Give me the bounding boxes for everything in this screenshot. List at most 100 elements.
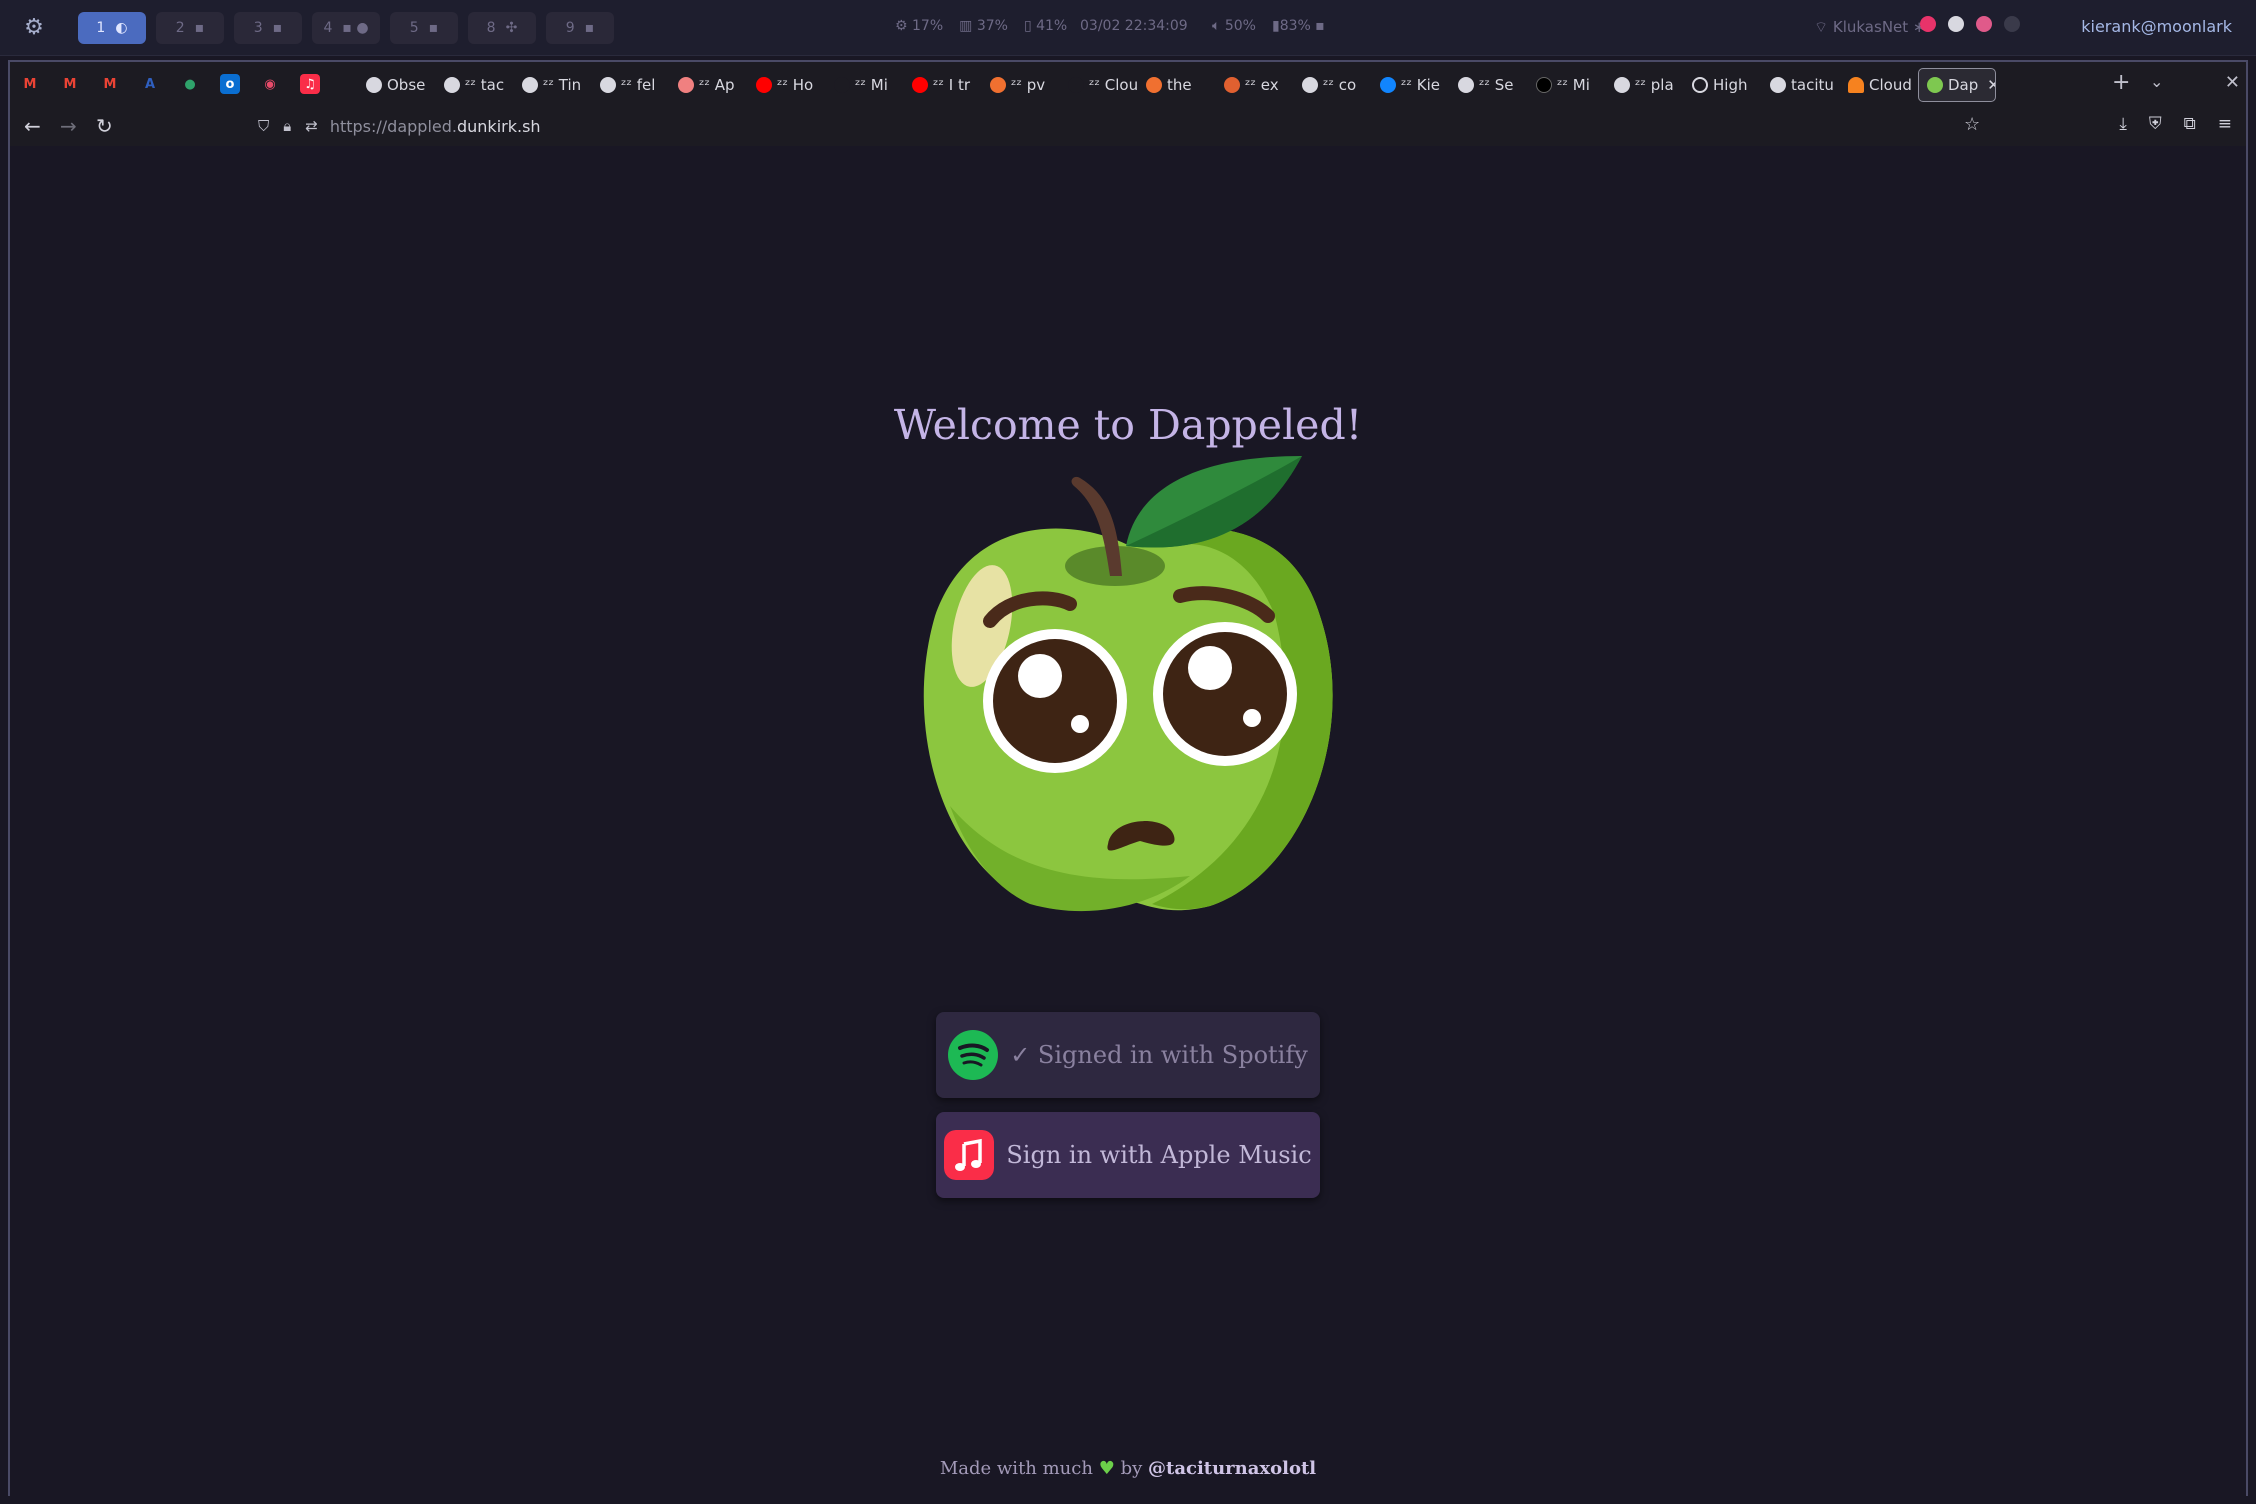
blank-icon xyxy=(834,77,850,93)
apple-music-signin-button[interactable]: Sign in with Apple Music xyxy=(936,1112,1320,1198)
tab[interactable]: ᶻᶻ Mi xyxy=(826,68,904,102)
gmail-icon[interactable]: M xyxy=(20,74,40,94)
extensions-icon[interactable]: ⧉ xyxy=(2184,114,2196,134)
url-text[interactable]: https://dappled.dunkirk.sh xyxy=(330,117,541,136)
window-icon: ▪ xyxy=(428,20,439,36)
tray-media-icon[interactable] xyxy=(2004,16,2020,32)
tab[interactable]: ᶻᶻ co xyxy=(1294,68,1372,102)
download-icon[interactable]: ⤓ xyxy=(2119,114,2127,134)
browser-window: M M M A ● o ◉ ♫ Obse ᶻᶻ tac ᶻᶻ Tin ᶻᶻ fe… xyxy=(8,60,2248,1496)
pinned-tabs: M M M A ● o ◉ ♫ xyxy=(20,74,320,94)
apple-mascot-image xyxy=(923,456,1333,912)
app-icon xyxy=(678,77,694,93)
workspace-8[interactable]: 8 ✣ xyxy=(468,12,536,44)
tab[interactable]: ᶻᶻ Kie xyxy=(1372,68,1450,102)
slack-icon: ✣ xyxy=(505,20,518,36)
menu-icon[interactable]: ≡ xyxy=(2218,114,2232,134)
wand-icon xyxy=(522,77,538,93)
tray-icons xyxy=(1920,16,2020,32)
tray-app-icon[interactable] xyxy=(1920,16,1936,32)
tab[interactable]: tacitu xyxy=(1762,68,1840,102)
tab[interactable]: the xyxy=(1138,68,1216,102)
tab[interactable]: ᶻᶻ Ap xyxy=(670,68,748,102)
tabs: Obse ᶻᶻ tac ᶻᶻ Tin ᶻᶻ fel ᶻᶻ Ap ᶻᶻ Ho ᶻᶻ… xyxy=(358,68,1996,102)
tab[interactable]: ᶻᶻ Se xyxy=(1450,68,1528,102)
orange-icon xyxy=(1224,77,1240,93)
new-tab-button[interactable]: + xyxy=(2112,70,2130,95)
author-link[interactable]: @taciturnaxolotl xyxy=(1148,1458,1316,1479)
bluesky-icon xyxy=(1380,77,1396,93)
browser-icon: ◐ xyxy=(115,20,128,36)
workspace-9[interactable]: 9 ▪ xyxy=(546,12,614,44)
settings-gear-icon[interactable]: ⚙ xyxy=(22,16,46,40)
cloud-icon xyxy=(1848,77,1864,93)
shield-icon[interactable]: ⛉ xyxy=(258,117,269,135)
github-icon xyxy=(1302,77,1318,93)
tab-list-chevron-down-icon[interactable]: ⌄ xyxy=(2150,72,2163,91)
tab[interactable]: Cloud xyxy=(1840,68,1918,102)
obsidian-icon xyxy=(366,77,382,93)
tab[interactable]: ᶻᶻ Ho xyxy=(748,68,826,102)
spotify-signin-button[interactable]: ✓ Signed in with Spotify xyxy=(936,1012,1320,1098)
youtube-icon xyxy=(912,77,928,93)
volume-stat[interactable]: 🔈︎ 50% xyxy=(1212,18,1256,34)
user-label: kierank@moonlark xyxy=(2081,17,2232,36)
spotify-icon xyxy=(948,1030,999,1080)
gmail-icon[interactable]: M xyxy=(100,74,120,94)
tab[interactable]: ᶻᶻ Cloud xyxy=(1060,68,1138,102)
tab[interactable]: ᶻᶻ I tr xyxy=(904,68,982,102)
workspace-5[interactable]: 5 ▪ xyxy=(390,12,458,44)
leaf-icon[interactable]: ● xyxy=(180,74,200,94)
close-tab-icon[interactable]: ✕ xyxy=(1987,76,1995,94)
tab[interactable]: ᶻᶻ Tin xyxy=(514,68,592,102)
network-status[interactable]: ⌔ KlukasNet ∗ xyxy=(1814,18,1926,37)
music-icon[interactable]: ♫ xyxy=(300,74,320,94)
openai-icon xyxy=(1458,77,1474,93)
github-icon xyxy=(600,77,616,93)
globe-icon xyxy=(1692,77,1708,93)
disk-stat: ▯ 41% xyxy=(1023,18,1068,34)
github-icon xyxy=(1770,77,1786,93)
page-content: Welcome to Dappeled! ✓ Signed in with Sp… xyxy=(10,146,2246,1496)
cpu-stat: ⚙ 17% xyxy=(895,18,944,34)
workspace-1[interactable]: 1 ◐ xyxy=(78,12,146,44)
workspace-2[interactable]: 2 ▪ xyxy=(156,12,224,44)
system-bar: ⚙ 1 ◐ 2 ▪ 3 ▪ 4 ▪ ● 5 ▪ 8 ✣ 9 ▪ ⚙ 17% ▥ 37% ▯ 4… xyxy=(0,0,2256,56)
tray-openai-icon[interactable] xyxy=(1948,16,1964,32)
bookmark-star-icon[interactable]: ☆ xyxy=(1964,114,1980,135)
tab[interactable]: Obse xyxy=(358,68,436,102)
outlook-icon[interactable]: o xyxy=(220,74,240,94)
tray-slack-icon[interactable] xyxy=(1976,16,1992,32)
tab[interactable]: High xyxy=(1684,68,1762,102)
url-bar[interactable]: ⛉ 🔒︎ ⇄ https://dappled.dunkirk.sh xyxy=(246,110,1986,142)
reload-icon[interactable]: ↻ xyxy=(96,114,113,138)
tab[interactable]: ᶻᶻ fel xyxy=(592,68,670,102)
permissions-icon[interactable]: ⇄ xyxy=(305,117,318,135)
tab[interactable]: ᶻᶻ Mi xyxy=(1528,68,1606,102)
footer: Made with much ♥ by @taciturnaxolotl xyxy=(939,1458,1317,1479)
tab[interactable]: ᶻᶻ pv xyxy=(982,68,1060,102)
apple-icon xyxy=(1927,77,1943,93)
close-window-icon[interactable]: ✕ xyxy=(2225,72,2240,93)
forward-icon[interactable]: → xyxy=(60,114,77,138)
workspace-switcher: 1 ◐ 2 ▪ 3 ▪ 4 ▪ ● 5 ▪ 8 ✣ 9 ▪ xyxy=(78,12,614,44)
tab-active[interactable]: Dap✕ xyxy=(1918,68,1996,102)
tab[interactable]: ᶻᶻ tac xyxy=(436,68,514,102)
battery-stat: ▮83% ▪ xyxy=(1271,18,1325,34)
window-icon: ▪ ● xyxy=(342,20,369,36)
gmail-icon[interactable]: M xyxy=(60,74,80,94)
blank-icon xyxy=(1068,77,1084,93)
lock-icon[interactable]: 🔒︎ xyxy=(283,117,291,135)
calendar-icon[interactable]: ◉ xyxy=(260,74,280,94)
heart-icon: ♥ xyxy=(1098,1458,1115,1479)
tab[interactable]: ᶻᶻ pla xyxy=(1606,68,1684,102)
mem-stat: ▥ 37% xyxy=(959,18,1008,34)
app-a-icon[interactable]: A xyxy=(140,74,160,94)
back-icon[interactable]: ← xyxy=(24,114,41,138)
tab[interactable]: ᶻᶻ ex xyxy=(1216,68,1294,102)
tab-bar: M M M A ● o ◉ ♫ Obse ᶻᶻ tac ᶻᶻ Tin ᶻᶻ fe… xyxy=(10,62,2246,106)
bitwarden-icon[interactable]: ⛨ xyxy=(2149,114,2162,134)
clock: 03/02 22:34:09 xyxy=(1080,18,1188,34)
workspace-4[interactable]: 4 ▪ ● xyxy=(312,12,380,44)
workspace-3[interactable]: 3 ▪ xyxy=(234,12,302,44)
